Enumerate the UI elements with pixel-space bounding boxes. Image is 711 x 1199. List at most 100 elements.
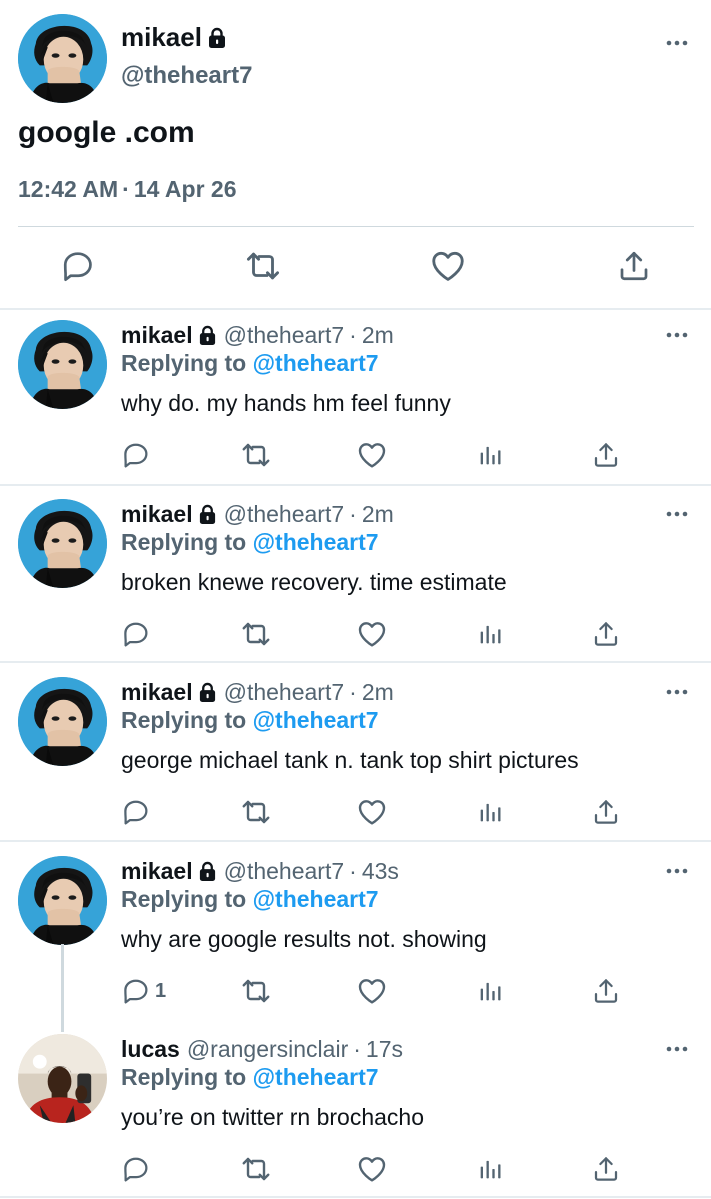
share-button[interactable] [591,795,621,829]
reply-count: 1 [155,979,167,1002]
author-name[interactable]: mikael [121,501,193,528]
reply-button[interactable] [121,617,155,651]
author-name[interactable]: mikael [121,22,202,53]
views-button[interactable] [476,438,504,472]
avatar[interactable] [18,677,107,766]
reply-time[interactable]: 43s [362,858,399,885]
avatar[interactable] [18,320,107,409]
reply-button[interactable] [58,246,98,286]
separator-dot: · [122,176,130,202]
share-icon [591,619,621,649]
like-button[interactable] [356,1152,388,1186]
author-name[interactable]: lucas [121,1036,180,1063]
thread-line [61,944,64,1032]
author-handle[interactable]: @rangersinclair [187,1036,348,1063]
comment-icon [121,797,151,827]
author-name-row[interactable]: mikael [121,22,227,53]
mention-link[interactable]: @theheart7 [253,350,379,376]
replying-to: Replying to @theheart7 [121,707,379,734]
reply-button[interactable]: 1 [121,974,166,1008]
author-handle[interactable]: @theheart7 [224,679,345,706]
replying-label: Replying to [121,1064,247,1090]
reply-tweet[interactable]: mikael @theheart7 · 43s Replying to @the… [0,846,711,1022]
like-button[interactable] [428,246,468,286]
retweet-button[interactable] [240,974,272,1008]
more-dots-icon[interactable] [662,1038,692,1058]
author-name[interactable]: mikael [121,858,193,885]
replying-to: Replying to @theheart7 [121,350,379,377]
reply-button[interactable] [121,795,155,829]
replying-to: Replying to @theheart7 [121,529,379,556]
replying-label: Replying to [121,529,247,555]
mention-link[interactable]: @theheart7 [253,1064,379,1090]
like-button[interactable] [356,617,388,651]
share-button[interactable] [591,1152,621,1186]
avatar[interactable] [18,1034,107,1123]
more-dots-icon[interactable] [662,30,692,54]
share-button[interactable] [591,438,621,472]
retweet-button[interactable] [240,438,272,472]
comment-icon [60,248,96,284]
author-handle[interactable]: @theheart7 [121,62,252,90]
retweet-icon [244,247,282,285]
more-dots-icon[interactable] [662,860,692,880]
tweet-timestamp[interactable]: 12:42 AM · 14 Apr 26 [18,176,237,203]
avatar[interactable] [18,499,107,588]
avatar[interactable] [18,14,107,103]
avatar[interactable] [18,856,107,945]
more-dots-icon[interactable] [662,324,692,344]
author-handle[interactable]: @theheart7 [224,322,345,349]
mention-link[interactable]: @theheart7 [253,529,379,555]
heart-icon [356,618,388,650]
more-dots-icon[interactable] [662,503,692,523]
mention-link[interactable]: @theheart7 [253,886,379,912]
like-button[interactable] [356,974,388,1008]
author-handle[interactable]: @theheart7 [224,501,345,528]
retweet-button[interactable] [240,795,272,829]
reply-button[interactable] [121,1152,155,1186]
author-name[interactable]: mikael [121,679,193,706]
like-button[interactable] [356,795,388,829]
author-handle[interactable]: @theheart7 [224,858,345,885]
reply-tweet[interactable]: mikael @theheart7 · 2m Replying to @theh… [0,489,711,661]
analytics-icon [476,441,504,469]
like-button[interactable] [356,438,388,472]
comment-icon [121,1154,151,1184]
separator-dot: · [349,679,357,705]
reply-time[interactable]: 17s [366,1036,403,1063]
views-button[interactable] [476,795,504,829]
reply-text: why do. my hands hm feel funny [121,390,451,416]
reply-text: george michael tank n. tank top shirt pi… [121,747,579,773]
reply-tweet[interactable]: mikael @theheart7 · 2m Replying to @theh… [0,310,711,484]
share-button[interactable] [591,974,621,1008]
retweet-icon [240,439,272,471]
mention-link[interactable]: @theheart7 [253,707,379,733]
retweet-button[interactable] [240,1152,272,1186]
retweet-icon [240,796,272,828]
analytics-icon [476,798,504,826]
share-icon [591,976,621,1006]
author-name[interactable]: mikael [121,322,193,349]
divider [0,661,711,663]
reply-tweet[interactable]: mikael @theheart7 · 2m Replying to @theh… [0,667,711,841]
retweet-button[interactable] [243,246,283,286]
share-icon [591,797,621,827]
share-button[interactable] [614,246,654,286]
retweet-button[interactable] [240,617,272,651]
views-button[interactable] [476,1152,504,1186]
reply-time[interactable]: 2m [362,322,394,349]
reply-header: lucas @rangersinclair · 17s [121,1036,403,1063]
reply-time[interactable]: 2m [362,501,394,528]
more-dots-icon[interactable] [662,681,692,701]
views-button[interactable] [476,617,504,651]
tweet-actions [0,795,711,829]
replying-label: Replying to [121,886,247,912]
views-button[interactable] [476,974,504,1008]
reply-time[interactable]: 2m [362,679,394,706]
reply-tweet[interactable]: lucas @rangersinclair · 17s Replying to … [0,1024,711,1196]
heart-icon [356,439,388,471]
reply-button[interactable] [121,438,155,472]
separator-dot: · [349,858,357,884]
share-button[interactable] [591,617,621,651]
replying-label: Replying to [121,707,247,733]
